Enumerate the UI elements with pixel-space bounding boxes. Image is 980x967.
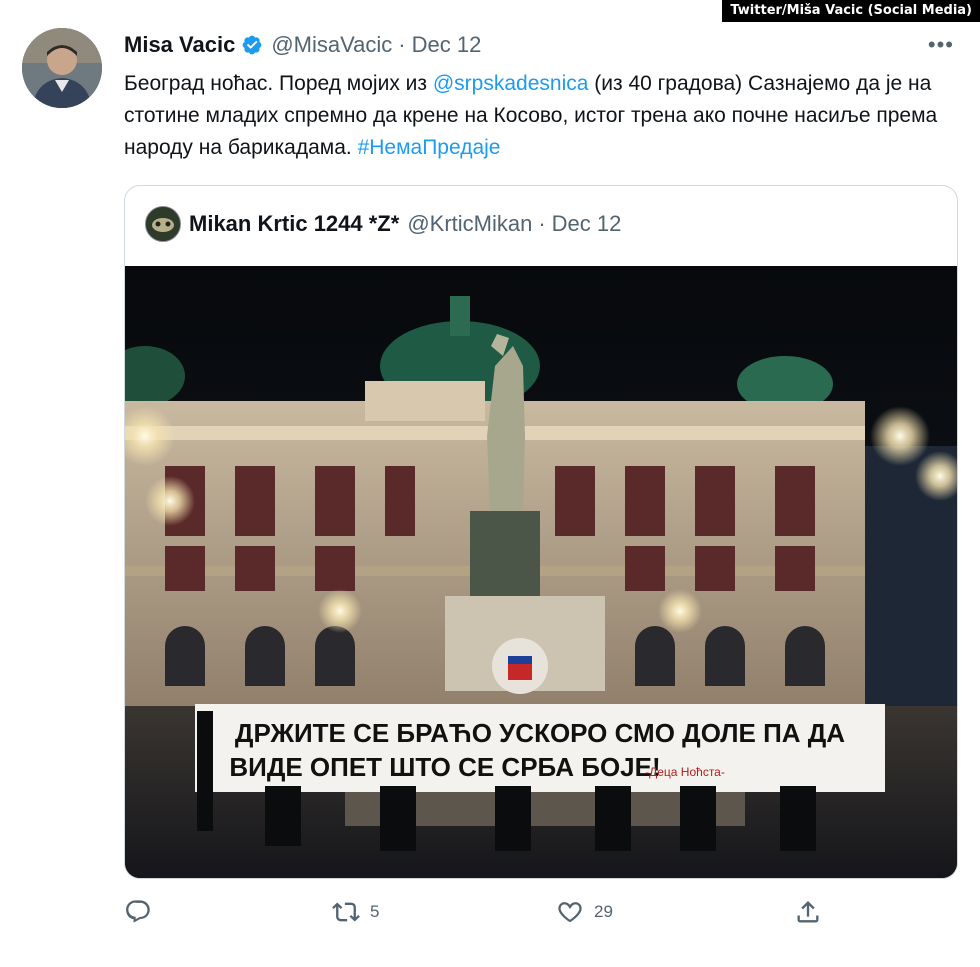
separator-dot: · <box>538 211 546 236</box>
avatar[interactable] <box>22 28 102 108</box>
verified-badge-icon <box>241 34 263 56</box>
tweet-text-part: Београд ноћас. Поред мојих из <box>124 72 433 95</box>
share-button[interactable] <box>794 898 822 926</box>
banner-line1: ДРЖИТЕ СЕ БРАЋО УСКОРО СМО ДОЛЕ ПА ДА <box>235 718 845 748</box>
quoted-author-handle[interactable]: @KrticMikan <box>407 211 532 237</box>
tweet-actions: 5 29 <box>124 898 824 934</box>
media-credit-watermark: Twitter/Miša Vacic (Social Media) <box>722 0 980 22</box>
more-icon[interactable]: ••• <box>928 32 954 58</box>
author-name[interactable]: Misa Vacic <box>124 32 235 58</box>
share-icon <box>797 901 819 923</box>
banner-line2: ВИДЕ ОПЕТ ШТО СЕ СРБА БОЈЕ! <box>229 752 660 782</box>
retweet-icon <box>332 902 360 922</box>
tweet-text: Београд ноћас. Поред мојих из @srpskades… <box>124 68 954 164</box>
quoted-avatar[interactable] <box>145 206 181 242</box>
quoted-author-name[interactable]: Mikan Krtic 1244 *Z* <box>189 211 399 237</box>
tweet-header: Misa Vacic @MisaVacic · Dec 12 <box>124 32 481 58</box>
author-handle[interactable]: @MisaVacic <box>271 32 392 58</box>
reply-icon <box>126 900 150 923</box>
quoted-tweet-date[interactable]: Dec 12 <box>552 211 622 237</box>
quoted-photo[interactable]: ДРЖИТЕ СЕ БРАЋО УСКОРО СМО ДОЛЕ ПА ДА ВИ… <box>125 266 957 878</box>
quoted-tweet[interactable]: Mikan Krtic 1244 *Z* @KrticMikan · Dec 1… <box>124 185 958 879</box>
like-icon <box>558 902 582 923</box>
retweet-count: 5 <box>370 902 380 921</box>
separator-dot: · <box>398 32 406 57</box>
like-count: 29 <box>594 902 613 921</box>
tweet-date[interactable]: Dec 12 <box>412 32 482 58</box>
like-button[interactable]: 29 <box>556 898 613 926</box>
hashtag-link[interactable]: #НемаПредаје <box>358 136 501 159</box>
quoted-tweet-header: Mikan Krtic 1244 *Z* @KrticMikan · Dec 1… <box>145 206 621 242</box>
mention-link[interactable]: @srpskadesnica <box>433 72 589 95</box>
reply-button[interactable] <box>124 898 162 926</box>
banner-signature: -Деца Ноћста- <box>645 765 725 779</box>
retweet-button[interactable]: 5 <box>332 898 379 926</box>
